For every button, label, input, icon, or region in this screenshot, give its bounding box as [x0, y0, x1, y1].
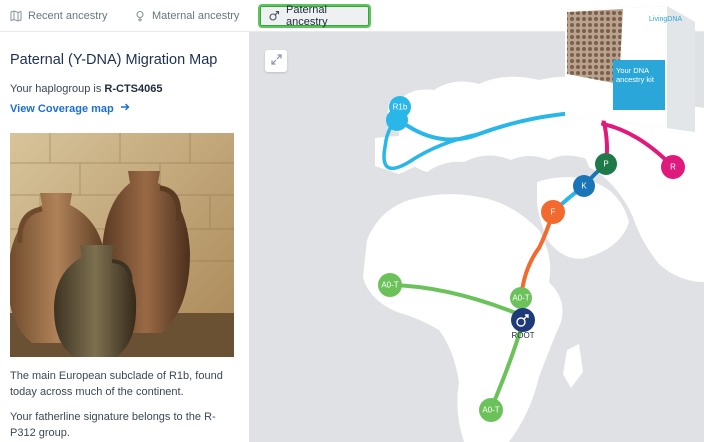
dna-kit-promo[interactable]: LivingDNA Your DNA ancestry kit	[563, 4, 695, 134]
node-a0t-west[interactable]: A0-T	[378, 273, 402, 297]
svg-text:F: F	[551, 208, 556, 217]
svg-text:A0-T: A0-T	[482, 406, 499, 415]
tab-paternal-ancestry-label: Paternal ancestry	[286, 4, 328, 28]
node-root[interactable]: ROOT	[511, 308, 535, 340]
page-title: Paternal (Y-DNA) Migration Map	[10, 52, 218, 68]
map-icon	[10, 10, 22, 22]
node-a0t-east[interactable]: A0-T	[510, 287, 532, 309]
expand-map-button[interactable]	[265, 50, 287, 72]
svg-text:R1b: R1b	[393, 103, 408, 112]
svg-text:K: K	[581, 182, 587, 191]
node-r[interactable]: R	[661, 155, 685, 179]
node-p[interactable]: P	[595, 153, 617, 175]
kit-line-1: Your DNA	[616, 66, 650, 75]
node-k[interactable]: K	[573, 175, 595, 197]
svg-text:P: P	[603, 160, 608, 169]
haplogroup-value: R-CTS4065	[104, 83, 163, 95]
kit-text: Your DNA ancestry kit	[616, 66, 654, 84]
expand-icon	[270, 52, 282, 70]
node-f[interactable]: F	[541, 200, 565, 224]
subclade-description: The main European subclade of R1b, found…	[10, 370, 223, 398]
kit-brand: LivingDNA	[649, 16, 683, 23]
svg-text:ROOT: ROOT	[511, 331, 534, 340]
haplogroup-prefix: Your haplogroup is	[10, 83, 105, 95]
fatherline-description: Your fatherline signature belongs to the…	[10, 411, 216, 439]
svg-text:R: R	[670, 163, 676, 172]
haplogroup-line: Your haplogroup is R-CTS4065	[10, 83, 162, 95]
tab-paternal-ancestry[interactable]: Paternal ancestry	[258, 4, 371, 28]
node-a0t-south[interactable]: A0-T	[479, 398, 503, 422]
tab-recent-ancestry-label: Recent ancestry	[28, 10, 108, 22]
kit-line-2: ancestry kit	[616, 75, 654, 84]
male-symbol-icon	[268, 10, 280, 22]
svg-text:A0-T: A0-T	[381, 281, 398, 290]
female-symbol-icon	[134, 10, 146, 22]
migration-info-panel: Paternal (Y-DNA) Migration Map Your hapl…	[0, 32, 249, 442]
tab-maternal-ancestry-label: Maternal ancestry	[152, 10, 240, 22]
svg-text:A0-T: A0-T	[512, 294, 529, 303]
tab-maternal-ancestry[interactable]: Maternal ancestry	[134, 4, 239, 28]
tab-recent-ancestry[interactable]: Recent ancestry	[10, 4, 107, 28]
arrow-right-icon	[120, 102, 130, 115]
clay-pots-photo	[10, 133, 234, 357]
view-coverage-map-link[interactable]: View Coverage map	[10, 102, 130, 115]
view-coverage-map-label: View Coverage map	[10, 102, 114, 115]
